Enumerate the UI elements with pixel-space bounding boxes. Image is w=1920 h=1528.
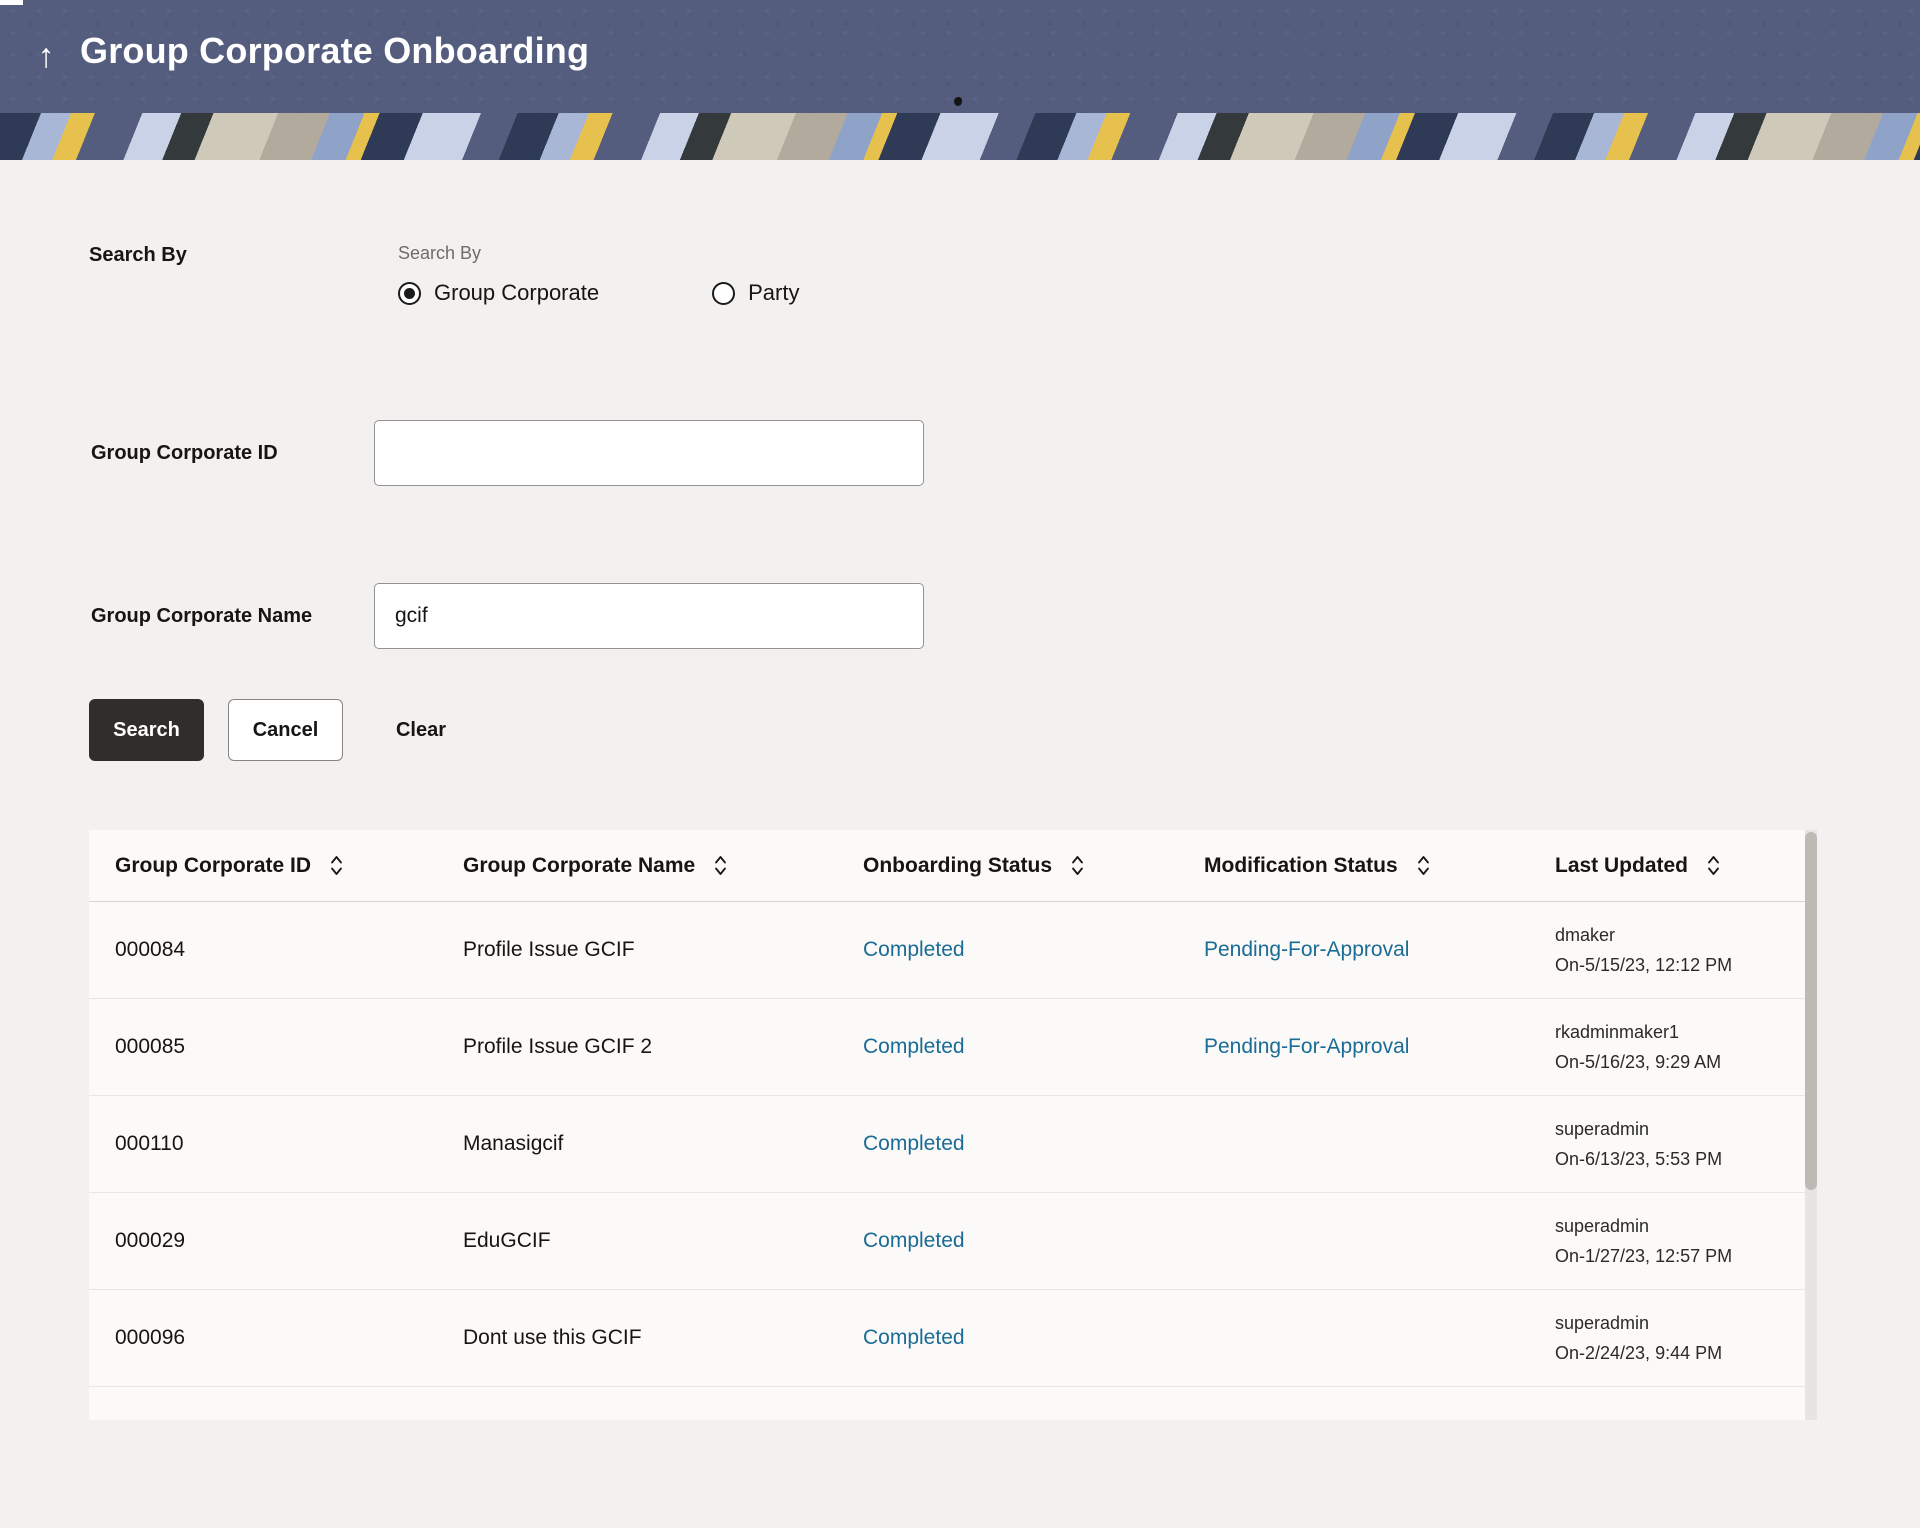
- cell-group-corporate-name: Dont use this GCIF: [463, 1326, 642, 1349]
- sort-icon[interactable]: [1416, 853, 1431, 878]
- cell-updated-by: superadmin: [1555, 1216, 1805, 1237]
- column-header-label: Onboarding Status: [863, 854, 1052, 878]
- cell-updated-on: On-1/27/23, 12:57 PM: [1555, 1246, 1805, 1267]
- table-body: 000084 Profile Issue GCIF Completed Pend…: [89, 902, 1805, 1387]
- cell-onboarding-status-link[interactable]: Completed: [863, 1229, 965, 1252]
- page-title: Group Corporate Onboarding: [80, 30, 589, 72]
- cancel-button[interactable]: Cancel: [228, 699, 343, 761]
- cell-onboarding-status-link[interactable]: Completed: [863, 1035, 965, 1058]
- cell-modification-status-link[interactable]: Pending-For-Approval: [1204, 938, 1409, 961]
- sort-icon[interactable]: [329, 853, 344, 878]
- column-header-label: Group Corporate ID: [115, 854, 311, 878]
- cursor-dot: [954, 97, 962, 106]
- group-corporate-name-input[interactable]: [374, 583, 924, 649]
- search-by-radio-group: Group Corporate Party: [398, 280, 799, 306]
- table-scrollbar-thumb[interactable]: [1805, 832, 1817, 1190]
- cell-group-corporate-id: 000096: [115, 1326, 185, 1349]
- group-corporate-id-input[interactable]: [374, 420, 924, 486]
- radio-unselected-icon: [712, 282, 735, 305]
- cell-onboarding-status-link[interactable]: Completed: [863, 1132, 965, 1155]
- cell-group-corporate-id: 000085: [115, 1035, 185, 1058]
- column-header[interactable]: Onboarding Status: [837, 853, 1178, 878]
- results-table: Group Corporate ID Group Corporate Name …: [89, 830, 1817, 1420]
- cell-updated-on: On-2/24/23, 9:44 PM: [1555, 1343, 1805, 1364]
- radio-option-label: Group Corporate: [434, 280, 599, 306]
- table-header-row: Group Corporate ID Group Corporate Name …: [89, 830, 1805, 902]
- cell-group-corporate-name: Manasigcif: [463, 1132, 563, 1155]
- cell-modification-status-link[interactable]: Pending-For-Approval: [1204, 1035, 1409, 1058]
- cell-updated-by: superadmin: [1555, 1313, 1805, 1334]
- cell-group-corporate-name: Profile Issue GCIF 2: [463, 1035, 652, 1058]
- column-header-label: Last Updated: [1555, 854, 1688, 878]
- radio-option-group-corporate[interactable]: Group Corporate: [398, 280, 599, 306]
- column-header-label: Group Corporate Name: [463, 854, 695, 878]
- corner-notch: [0, 0, 23, 5]
- group-corporate-id-label: Group Corporate ID: [91, 442, 278, 465]
- cell-updated-by: superadmin: [1555, 1119, 1805, 1140]
- radio-selected-icon: [398, 282, 421, 305]
- cell-updated-on: On-5/15/23, 12:12 PM: [1555, 955, 1805, 976]
- radio-option-party[interactable]: Party: [712, 280, 799, 306]
- table-scrollbar-track[interactable]: [1805, 830, 1817, 1420]
- table-row: 000029 EduGCIF Completed superadmin On-1…: [89, 1193, 1805, 1290]
- sort-icon[interactable]: [713, 853, 728, 878]
- cell-group-corporate-name: Profile Issue GCIF: [463, 938, 635, 961]
- cell-updated-on: On-5/16/23, 9:29 AM: [1555, 1052, 1805, 1073]
- column-header[interactable]: Modification Status: [1178, 853, 1529, 878]
- cell-group-corporate-name: EduGCIF: [463, 1229, 551, 1252]
- cell-group-corporate-id: 000110: [115, 1132, 184, 1155]
- table-row: 000110 Manasigcif Completed superadmin O…: [89, 1096, 1805, 1193]
- sort-icon[interactable]: [1070, 853, 1085, 878]
- radio-option-label: Party: [748, 280, 799, 306]
- cell-updated-on: On-6/13/23, 5:53 PM: [1555, 1149, 1805, 1170]
- column-header[interactable]: Group Corporate Name: [437, 853, 837, 878]
- cell-group-corporate-id: 000029: [115, 1229, 185, 1252]
- group-corporate-name-label: Group Corporate Name: [91, 605, 312, 628]
- column-header[interactable]: Last Updated: [1529, 853, 1805, 878]
- up-arrow-icon[interactable]: ↑: [24, 32, 68, 80]
- cell-updated-by: rkadminmaker1: [1555, 1022, 1805, 1043]
- cell-onboarding-status-link[interactable]: Completed: [863, 1326, 965, 1349]
- cell-group-corporate-id: 000084: [115, 938, 185, 961]
- table-row: 000096 Dont use this GCIF Completed supe…: [89, 1290, 1805, 1387]
- column-header-label: Modification Status: [1204, 854, 1398, 878]
- radio-group-legend: Search By: [398, 243, 481, 264]
- clear-button[interactable]: Clear: [381, 699, 461, 761]
- decorative-banner-strip: [0, 113, 1920, 160]
- cell-onboarding-status-link[interactable]: Completed: [863, 938, 965, 961]
- sort-icon[interactable]: [1706, 853, 1721, 878]
- search-by-label: Search By: [89, 244, 187, 267]
- search-button[interactable]: Search: [89, 699, 204, 761]
- app-header-bar: ↑ Group Corporate Onboarding: [0, 0, 1920, 113]
- cell-updated-by: dmaker: [1555, 925, 1805, 946]
- table-row: 000085 Profile Issue GCIF 2 Completed Pe…: [89, 999, 1805, 1096]
- table-row: 000084 Profile Issue GCIF Completed Pend…: [89, 902, 1805, 999]
- results-table-card: Group Corporate ID Group Corporate Name …: [89, 830, 1805, 1420]
- column-header[interactable]: Group Corporate ID: [89, 853, 437, 878]
